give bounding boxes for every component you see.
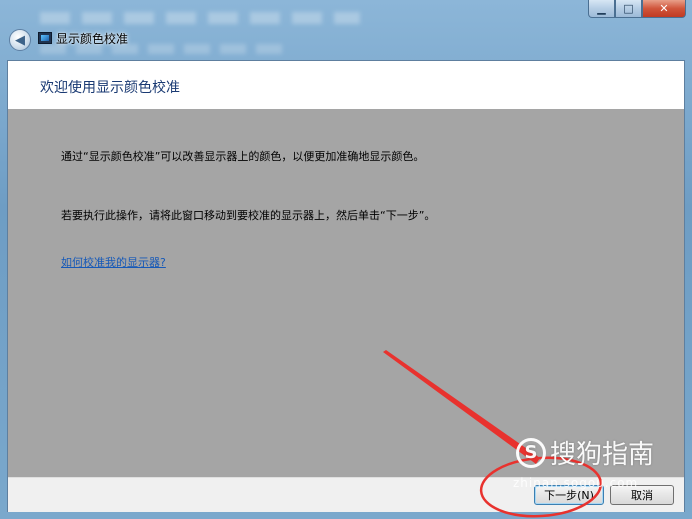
page-title: 欢迎使用显示颜色校准 xyxy=(40,80,180,96)
back-button[interactable]: ◀ xyxy=(9,29,31,51)
intro-text: 通过“显示颜色校准”可以改善显示器上的颜色，以便更加准确地显示颜色。 xyxy=(61,150,425,163)
instruction-text: 若要执行此操作，请将此窗口移动到要校准的显示器上，然后单击“下一步”。 xyxy=(61,209,436,222)
maximize-button[interactable]: □ xyxy=(615,0,642,18)
caption-buttons: ▁ □ ✕ xyxy=(588,0,686,18)
header-band: 欢迎使用显示颜色校准 xyxy=(8,61,684,109)
close-button[interactable]: ✕ xyxy=(642,0,686,18)
help-link[interactable]: 如何校准我的显示器? xyxy=(61,254,166,270)
sogou-logo-icon: S xyxy=(516,437,546,468)
watermark-text: 搜狗指南 xyxy=(550,440,655,470)
watermark: S 搜狗指南 xyxy=(516,434,654,471)
monitor-icon xyxy=(38,32,52,44)
minimize-button[interactable]: ▁ xyxy=(588,0,615,18)
watermark-url: zhinan.sogou.com xyxy=(513,476,639,490)
blurred-background xyxy=(40,12,360,24)
back-arrow-icon: ◀ xyxy=(15,32,25,48)
window-title: 显示颜色校准 xyxy=(56,32,129,46)
